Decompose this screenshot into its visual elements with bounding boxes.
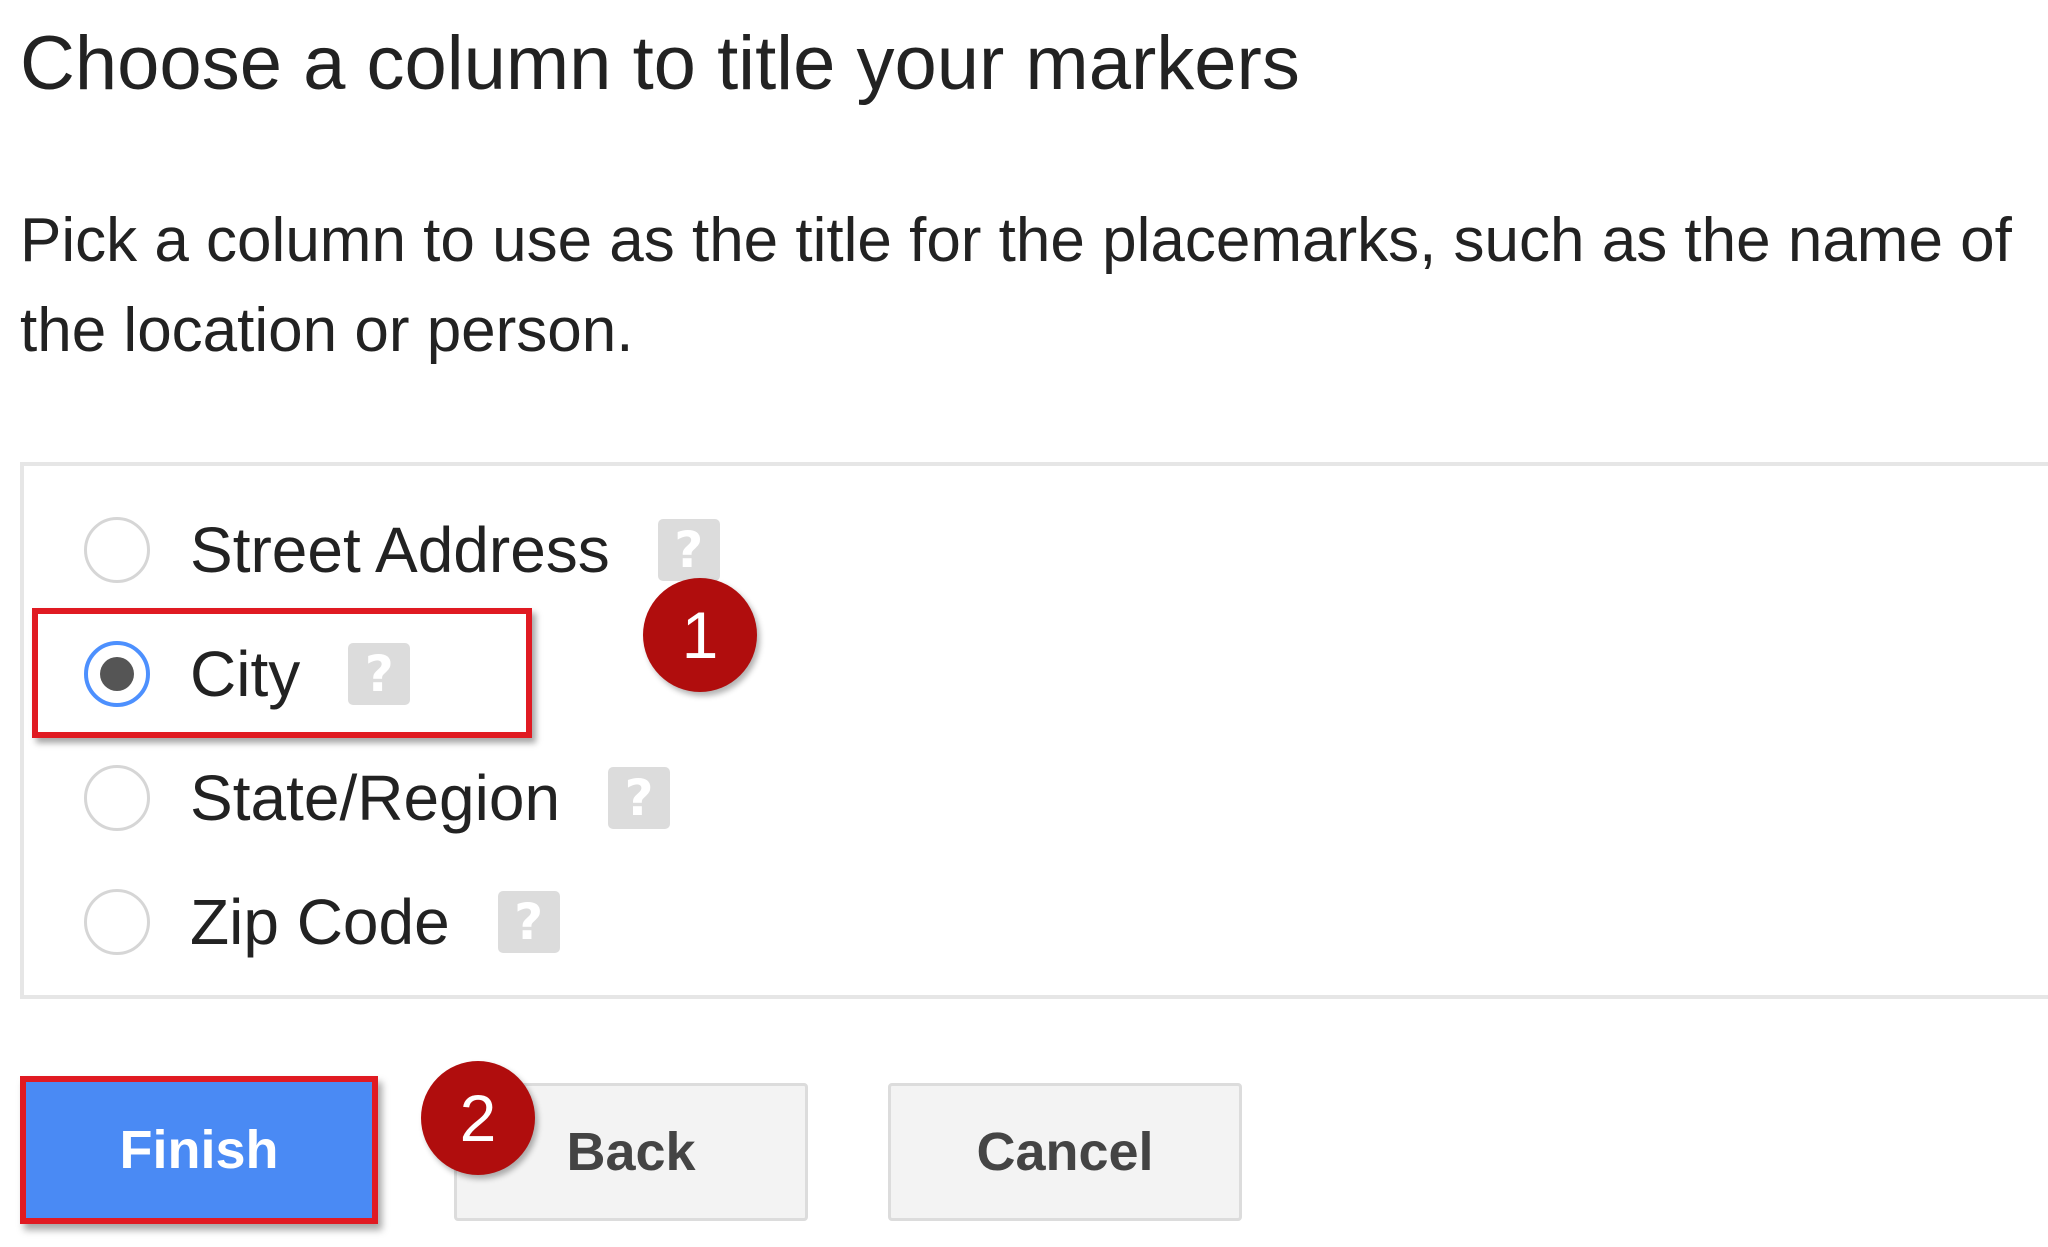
option-zip-code[interactable]: Zip Code ? <box>84 872 560 972</box>
option-label-street-address: Street Address <box>190 514 610 586</box>
option-label-state-region: State/Region <box>190 762 561 834</box>
radio-street-address[interactable] <box>84 517 150 583</box>
radio-state-region[interactable] <box>84 765 150 831</box>
column-options-panel: Street Address ? City ? State/Region ? Z… <box>20 462 2048 999</box>
finish-button[interactable]: Finish <box>20 1076 378 1224</box>
page-title: Choose a column to title your markers <box>20 21 1300 106</box>
option-state-region[interactable]: State/Region ? <box>84 748 671 848</box>
help-icon[interactable]: ? <box>497 891 560 953</box>
cancel-button[interactable]: Cancel <box>888 1083 1242 1221</box>
step-1-badge: 1 <box>643 578 757 692</box>
option-label-zip-code: Zip Code <box>190 886 450 958</box>
option-street-address[interactable]: Street Address ? <box>84 500 720 600</box>
help-icon[interactable]: ? <box>657 519 720 581</box>
step-2-badge: 2 <box>421 1061 535 1175</box>
option-label-city: City <box>190 638 301 710</box>
help-icon[interactable]: ? <box>348 643 411 705</box>
radio-zip-code[interactable] <box>84 889 150 955</box>
radio-city-selected[interactable] <box>84 641 150 707</box>
page-description: Pick a column to use as the title for th… <box>20 206 2012 365</box>
option-city[interactable]: City ? <box>84 624 411 724</box>
help-icon[interactable]: ? <box>608 767 671 829</box>
